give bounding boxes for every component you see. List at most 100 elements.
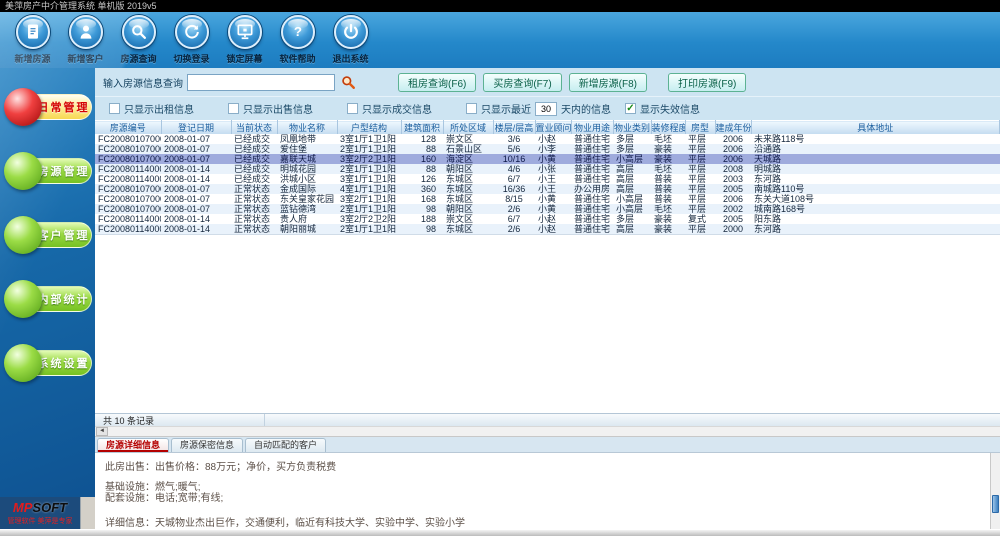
table-cell: 普装 xyxy=(651,194,685,204)
column-header[interactable]: 建成年份 xyxy=(715,121,751,135)
toolbar-new-property[interactable]: 新增房源 xyxy=(6,15,59,68)
red-sphere-icon xyxy=(4,88,42,126)
column-header[interactable]: 装修程度 xyxy=(651,121,685,135)
checkbox-icon[interactable] xyxy=(347,103,358,114)
days-input[interactable] xyxy=(535,102,557,116)
column-header[interactable]: 楼层/层高 xyxy=(493,121,535,135)
table-cell: 360 xyxy=(401,184,443,194)
toolbar-property-search[interactable]: 房源查询 xyxy=(112,15,165,68)
toolbar-switch-login[interactable]: 切换登录 xyxy=(165,15,218,68)
column-header[interactable]: 物业用途 xyxy=(571,121,613,135)
filter-sale-only[interactable]: 只显示出售信息 xyxy=(228,101,313,116)
column-header[interactable]: 登记日期 xyxy=(161,121,231,135)
tab-property-confidential[interactable]: 房源保密信息 xyxy=(171,438,243,452)
column-header[interactable]: 物业名称 xyxy=(277,121,337,135)
filter-recent-days[interactable]: 只显示最近 天内的信息 xyxy=(466,101,611,116)
lock-screen-icon xyxy=(228,15,262,49)
column-header[interactable]: 置业顾问 xyxy=(535,121,571,135)
property-table: 房源编号登记日期当前状态物业名称户型结构建筑面积所处区域楼层/层高置业顾问物业用… xyxy=(95,120,1000,234)
table-cell: 已经成交 xyxy=(231,154,277,164)
rent-search-button[interactable]: 租房查询(F6) xyxy=(398,73,476,92)
table-cell: 贵人府 xyxy=(277,214,337,224)
table-cell: 2000 xyxy=(715,224,751,234)
toolbar-help[interactable]: ? 软件帮助 xyxy=(271,15,324,68)
tab-property-detail[interactable]: 房源详细信息 xyxy=(97,438,169,452)
table-cell: 毛坯 xyxy=(651,164,685,174)
magnifier-icon[interactable] xyxy=(341,75,356,90)
table-cell: FC200801140001 xyxy=(95,164,161,174)
table-cell: 3室1厅1卫1阳 xyxy=(337,174,401,184)
table-row[interactable]: FC2008011400022008-01-14正常状态贵人府3室2厅2卫2阳1… xyxy=(95,214,1000,224)
table-row[interactable]: FC2008010700052008-01-07已经成交爱住堡2室1厅1卫1阳8… xyxy=(95,144,1000,154)
table-cell: FC200801070001 xyxy=(95,184,161,194)
table-row[interactable]: FC2008010700062008-01-07已经成交嘉联天城3室2厅2卫1阳… xyxy=(95,154,1000,164)
filter-show-invalid[interactable]: ✓ 显示失效信息 xyxy=(625,101,700,116)
search-input[interactable] xyxy=(187,74,335,91)
table-cell: 普通住宅 xyxy=(571,204,613,214)
table-cell: FC200801140003 xyxy=(95,224,161,234)
checkbox-icon[interactable] xyxy=(466,103,477,114)
table-cell: 金成国际 xyxy=(277,184,337,194)
green-sphere-icon xyxy=(4,280,42,318)
table-cell: 2006 xyxy=(715,134,751,144)
buy-search-button[interactable]: 买房查询(F7) xyxy=(483,73,561,92)
filter-rent-only[interactable]: 只显示出租信息 xyxy=(109,101,194,116)
table-row[interactable]: FC2008011400032008-01-14正常状态朝阳丽城2室1厅1卫1阳… xyxy=(95,224,1000,234)
sidebar-item-property-management[interactable]: 房源管理 xyxy=(4,152,92,190)
table-cell: 2002 xyxy=(715,204,751,214)
table-row[interactable]: FC2008010700042008-01-07正常状态蓝钻德湾2室1厅1卫1阳… xyxy=(95,204,1000,214)
table-cell: 6/7 xyxy=(493,214,535,224)
table-cell: 平层 xyxy=(685,194,715,204)
toolbar-exit[interactable]: 退出系统 xyxy=(324,15,377,68)
column-header[interactable]: 房型 xyxy=(685,121,715,135)
column-header[interactable]: 物业类别 xyxy=(613,121,651,135)
sidebar-item-system-settings[interactable]: 系统设置 xyxy=(4,344,92,382)
table-cell: 平层 xyxy=(685,204,715,214)
table-cell: 2008-01-07 xyxy=(161,194,231,204)
table-row[interactable]: FC2008011400012008-01-14已经成交明城花园2室1厅1卫1阳… xyxy=(95,164,1000,174)
sidebar-item-daily-management[interactable]: 日常管理 xyxy=(4,88,92,126)
table-cell: 石景山区 xyxy=(443,144,493,154)
sidebar-item-customer-management[interactable]: 客户管理 xyxy=(4,216,92,254)
column-header[interactable]: 当前状态 xyxy=(231,121,277,135)
table-cell: 东城区 xyxy=(443,224,493,234)
vertical-scrollbar[interactable] xyxy=(990,453,1000,529)
table-row[interactable]: FC2008010700012008-01-07正常状态金成国际4室1厅1卫1阳… xyxy=(95,184,1000,194)
table-cell: 小高层 xyxy=(613,154,651,164)
print-property-button[interactable]: 打印房源(F9) xyxy=(668,73,746,92)
toolbar-new-customer[interactable]: 新增客户 xyxy=(59,15,112,68)
toolbar-lock-screen[interactable]: 锁定屏幕 xyxy=(218,15,271,68)
table-row[interactable]: FC2008011400042008-01-14已经成交洪城小区3室1厅1卫1阳… xyxy=(95,174,1000,184)
app-window: 美萍房产中介管理系统 单机版 2019v5 新增房源 新增客户 房源查询 切换登… xyxy=(0,0,1000,536)
column-header[interactable]: 建筑面积 xyxy=(401,121,443,135)
table-cell: 5/6 xyxy=(493,144,535,154)
new-property-button[interactable]: 新增房源(F8) xyxy=(569,73,647,92)
checkbox-icon[interactable] xyxy=(109,103,120,114)
filter-deal-only[interactable]: 只显示成交信息 xyxy=(347,101,432,116)
brand-logo: MPSOFT 管理软件 美萍是专家 xyxy=(0,497,80,529)
table-cell: 小赵 xyxy=(535,224,571,234)
sidebar: 日常管理 房源管理 客户管理 内部统计 系统设置 xyxy=(0,68,95,529)
table-cell: 爱住堡 xyxy=(277,144,337,154)
checkbox-icon[interactable] xyxy=(228,103,239,114)
table-row[interactable]: FC2008010700032008-01-07已经成交凤凰地带3室1厅1卫1阳… xyxy=(95,134,1000,144)
tab-matched-customers[interactable]: 自动匹配的客户 xyxy=(245,438,326,452)
scroll-left-arrow-icon[interactable]: ◄ xyxy=(96,427,108,436)
table-cell: 普通住宅 xyxy=(571,224,613,234)
column-header[interactable]: 户型结构 xyxy=(337,121,401,135)
scrollbar-thumb[interactable] xyxy=(992,495,999,513)
table-cell: FC200801070004 xyxy=(95,204,161,214)
table-cell: 普装 xyxy=(651,174,685,184)
column-header[interactable]: 房源编号 xyxy=(95,121,161,135)
horizontal-scrollbar[interactable]: ◄ xyxy=(95,426,1000,437)
column-header[interactable]: 具体地址 xyxy=(751,121,1000,135)
checkbox-icon[interactable]: ✓ xyxy=(625,103,636,114)
table-cell: 正常状态 xyxy=(231,184,277,194)
sidebar-item-internal-statistics[interactable]: 内部统计 xyxy=(4,280,92,318)
table-cell: 160 xyxy=(401,154,443,164)
column-header[interactable]: 所处区域 xyxy=(443,121,493,135)
detail-supporting-facilities: 配套设施：电话;宽带;有线; xyxy=(105,493,980,504)
table-cell: 小黄 xyxy=(535,194,571,204)
table-row[interactable]: FC2008010700022008-01-07正常状态东关皇家花园3室2厅1卫… xyxy=(95,194,1000,204)
table-cell: 高层 xyxy=(613,224,651,234)
